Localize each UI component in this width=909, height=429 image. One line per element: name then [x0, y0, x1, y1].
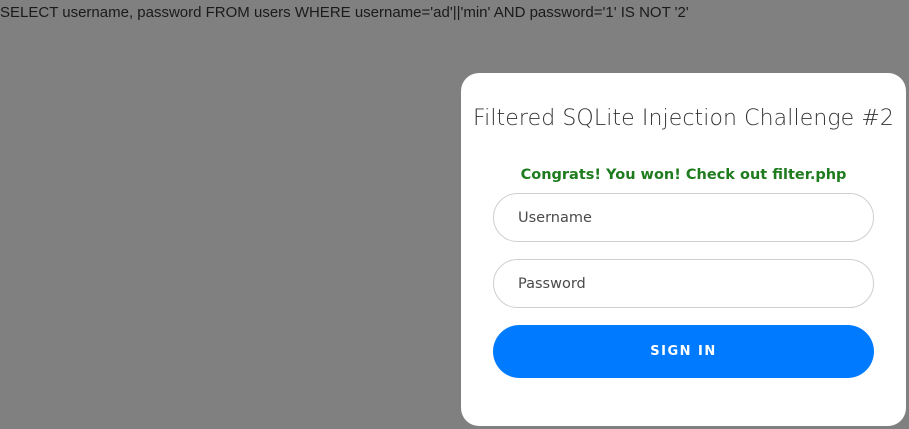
- page-title: Filtered SQLite Injection Challenge #2: [472, 106, 895, 131]
- password-input[interactable]: [493, 259, 874, 308]
- success-message: Congrats! You won! Check out filter.php: [520, 167, 847, 183]
- username-input[interactable]: [493, 193, 874, 242]
- login-card: Filtered SQLite Injection Challenge #2 C…: [461, 73, 906, 426]
- sql-query-text: SELECT username, password FROM users WHE…: [0, 4, 689, 21]
- sign-in-button[interactable]: SIGN IN: [493, 325, 874, 378]
